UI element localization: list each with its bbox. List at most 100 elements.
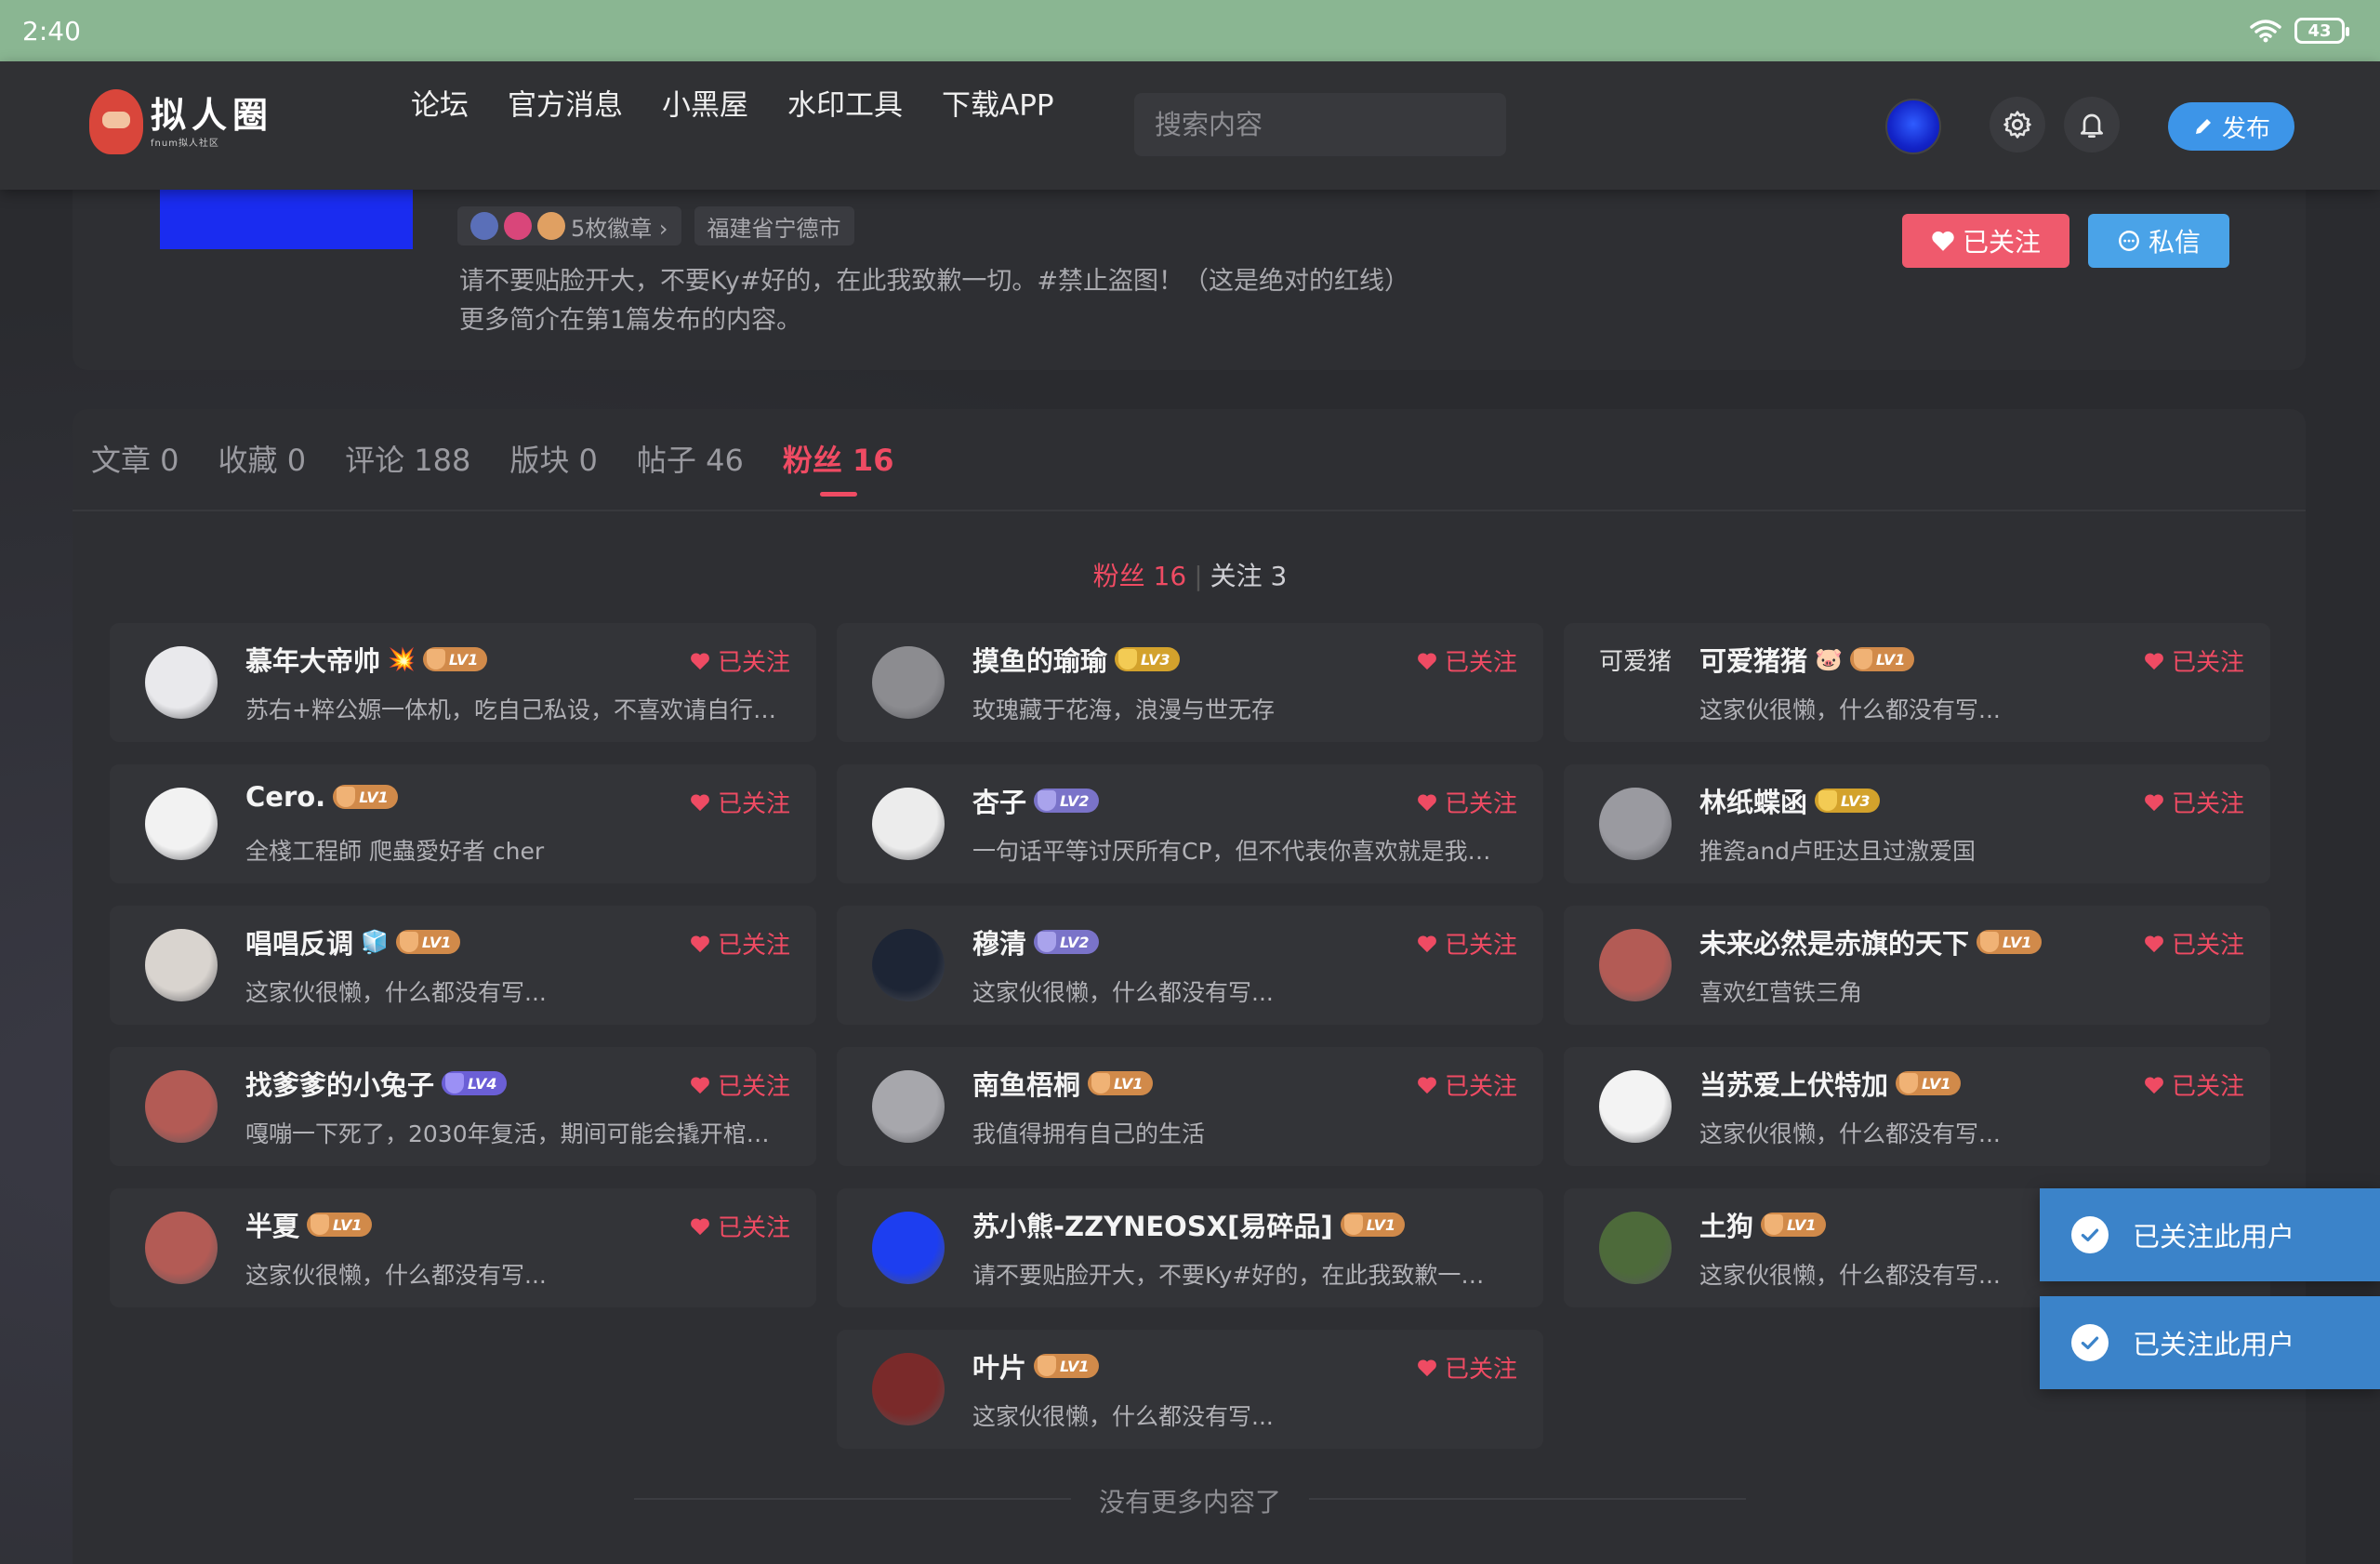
nav-link-download[interactable]: 下载APP xyxy=(942,82,1054,124)
fan-avatar[interactable] xyxy=(145,1070,218,1143)
tab-favorites[interactable]: 收藏 0 xyxy=(218,437,307,497)
tab-boards[interactable]: 版块 0 xyxy=(509,437,598,497)
fan-card[interactable]: 苏小熊-ZZYNEOSX[易碎品] LV1 请不要贴脸开大，不要Ky#好的，在此我致… xyxy=(837,1188,1543,1307)
follow-status-button[interactable]: 已关注 xyxy=(1417,1350,1517,1385)
fan-name[interactable]: 找爹爹的小兔子 xyxy=(245,1064,434,1103)
search-input[interactable] xyxy=(1155,109,1496,140)
fan-name[interactable]: 土狗 xyxy=(1699,1205,1753,1244)
site-logo[interactable]: 拟人圈 fnum拟人社区 xyxy=(89,89,273,154)
follow-status-label: 已关注 xyxy=(1444,932,1517,960)
fan-name[interactable]: 半夏 xyxy=(245,1205,299,1244)
fan-card[interactable]: 林纸蝶函 LV3 推瓷and卢旺达且过激爱国 已关注 xyxy=(1564,764,2270,883)
follow-status-button[interactable]: 已关注 xyxy=(1417,926,1517,961)
follow-status-button[interactable]: 已关注 xyxy=(2144,643,2244,678)
fan-avatar[interactable] xyxy=(145,1212,218,1284)
fan-name[interactable]: 当苏爱上伏特加 xyxy=(1699,1064,1888,1103)
fan-name[interactable]: 慕年大帝帅 xyxy=(245,640,380,679)
follow-status-button[interactable]: 已关注 xyxy=(690,926,790,961)
fan-avatar[interactable] xyxy=(872,1353,945,1425)
fan-name[interactable]: 唱唱反调 xyxy=(245,922,353,961)
level-badge: LV1 xyxy=(1340,1213,1406,1237)
fan-avatar[interactable] xyxy=(1599,788,1672,860)
fan-card[interactable]: 可爱猪 可爱猪猪 🐷 LV1 这家伙很懒，什么都没有写... 已关注 xyxy=(1564,623,2270,742)
nav-link-forum[interactable]: 论坛 xyxy=(411,82,469,124)
following-tab[interactable]: 关注 3 xyxy=(1210,561,1288,591)
follow-status-label: 已关注 xyxy=(717,649,790,677)
fan-name[interactable]: 杏子 xyxy=(972,781,1026,820)
fan-avatar[interactable] xyxy=(1599,1212,1672,1284)
fan-avatar[interactable] xyxy=(872,646,945,719)
nav-link-official[interactable]: 官方消息 xyxy=(508,82,623,124)
fan-card[interactable]: 未来必然是赤旗的天下 LV1 喜欢红营铁三角 已关注 xyxy=(1564,906,2270,1025)
follow-status-button[interactable]: 已关注 xyxy=(1417,643,1517,678)
fan-card[interactable]: 找爹爹的小兔子 LV4 嘎嘣一下死了，2030年复活，期间可能会撬开棺… 已关注 xyxy=(110,1047,816,1166)
fan-avatar[interactable] xyxy=(872,788,945,860)
fan-avatar[interactable] xyxy=(1599,1070,1672,1143)
follow-status-label: 已关注 xyxy=(1444,1356,1517,1384)
followed-button-label: 已关注 xyxy=(1962,227,2041,258)
settings-button[interactable] xyxy=(1990,97,2045,152)
fan-name[interactable]: 穆清 xyxy=(972,922,1026,961)
fan-name[interactable]: 未来必然是赤旗的天下 xyxy=(1699,922,1969,961)
tab-posts[interactable]: 帖子 46 xyxy=(637,437,744,497)
fan-card[interactable]: 杏子 LV2 一句话平等讨厌所有CP，但不代表你喜欢就是我… 已关注 xyxy=(837,764,1543,883)
fan-avatar[interactable] xyxy=(145,788,218,860)
logo-mascot-icon xyxy=(89,89,143,154)
tab-fans[interactable]: 粉丝 16 xyxy=(783,437,894,497)
user-avatar[interactable] xyxy=(1885,99,1941,154)
heart-icon xyxy=(2145,1076,2163,1093)
fan-card[interactable]: 慕年大帝帅 💥 LV1 苏右+粹公嫄一体机，吃自己私设，不喜欢请自行… 已关注 xyxy=(110,623,816,742)
follow-status-button[interactable]: 已关注 xyxy=(1417,785,1517,819)
fan-card[interactable]: 穆清 LV2 这家伙很懒，什么都没有写... 已关注 xyxy=(837,906,1543,1025)
follow-status-button[interactable]: 已关注 xyxy=(1417,1067,1517,1102)
fan-name[interactable]: 南鱼梧桐 xyxy=(972,1064,1080,1103)
fan-avatar[interactable] xyxy=(145,929,218,1001)
fan-avatar[interactable] xyxy=(1599,929,1672,1001)
badges-button[interactable]: 5枚徽章 › xyxy=(457,206,681,245)
fan-avatar[interactable] xyxy=(145,646,218,719)
level-shield-icon xyxy=(1118,649,1138,669)
follow-status-button[interactable]: 已关注 xyxy=(690,1209,790,1243)
fan-name[interactable]: 可爱猪猪 xyxy=(1699,640,1807,679)
fan-card[interactable]: 叶片 LV1 这家伙很懒，什么都没有写... 已关注 xyxy=(837,1330,1543,1449)
tab-articles[interactable]: 文章 0 xyxy=(91,437,179,497)
followed-button[interactable]: 已关注 xyxy=(1902,214,2069,268)
fan-name[interactable]: 叶片 xyxy=(972,1346,1026,1385)
heart-icon xyxy=(691,793,709,811)
heart-icon xyxy=(1418,1076,1436,1093)
fan-avatar[interactable] xyxy=(872,929,945,1001)
publish-button[interactable]: 发布 xyxy=(2168,102,2294,151)
fan-avatar[interactable] xyxy=(872,1212,945,1284)
profile-badges-row: 5枚徽章 › 福建省宁德市 xyxy=(457,206,854,245)
fan-name[interactable]: 苏小熊-ZZYNEOSX[易碎品] xyxy=(972,1205,1333,1244)
fans-tab[interactable]: 粉丝 16 xyxy=(1093,561,1187,591)
no-more-text: 没有更多内容了 xyxy=(1098,1487,1281,1518)
fan-card[interactable]: 当苏爱上伏特加 LV1 这家伙很懒，什么都没有写... 已关注 xyxy=(1564,1047,2270,1166)
follow-status-button[interactable]: 已关注 xyxy=(690,643,790,678)
follow-status-button[interactable]: 已关注 xyxy=(690,1067,790,1102)
nav-link-blackroom[interactable]: 小黑屋 xyxy=(662,82,748,124)
level-badge: LV2 xyxy=(1034,789,1099,813)
fan-name[interactable]: 林纸蝶函 xyxy=(1699,781,1807,820)
fan-card[interactable]: 唱唱反调 🧊 LV1 这家伙很懒，什么都没有写... 已关注 xyxy=(110,906,816,1025)
follow-status-button[interactable]: 已关注 xyxy=(2144,785,2244,819)
fan-name[interactable]: 摸鱼的瑜瑜 xyxy=(972,640,1107,679)
fan-card[interactable]: 半夏 LV1 这家伙很懒，什么都没有写... 已关注 xyxy=(110,1188,816,1307)
fan-avatar[interactable]: 可爱猪 xyxy=(1599,646,1672,719)
level-text: LV1 xyxy=(1060,1357,1090,1375)
nav-link-watermark[interactable]: 水印工具 xyxy=(787,82,903,124)
fan-card[interactable]: Cero. LV1 全棧工程師 爬蟲愛好者 cher 已关注 xyxy=(110,764,816,883)
notifications-button[interactable] xyxy=(2064,97,2120,152)
fan-card[interactable]: 南鱼梧桐 LV1 我值得拥有自己的生活 已关注 xyxy=(837,1047,1543,1166)
tab-comments[interactable]: 评论 188 xyxy=(345,437,470,497)
check-icon xyxy=(2071,1216,2109,1253)
fan-name-row: 唱唱反调 🧊 LV1 xyxy=(245,922,461,961)
follow-status-button[interactable]: 已关注 xyxy=(2144,926,2244,961)
fan-name[interactable]: Cero. xyxy=(245,781,325,813)
check-icon xyxy=(2071,1324,2109,1361)
fan-card[interactable]: 摸鱼的瑜瑜 LV3 玫瑰藏于花海，浪漫与世无存 已关注 xyxy=(837,623,1543,742)
fan-avatar[interactable] xyxy=(872,1070,945,1143)
follow-status-button[interactable]: 已关注 xyxy=(690,785,790,819)
message-button[interactable]: 私信 xyxy=(2088,214,2229,268)
follow-status-button[interactable]: 已关注 xyxy=(2144,1067,2244,1102)
